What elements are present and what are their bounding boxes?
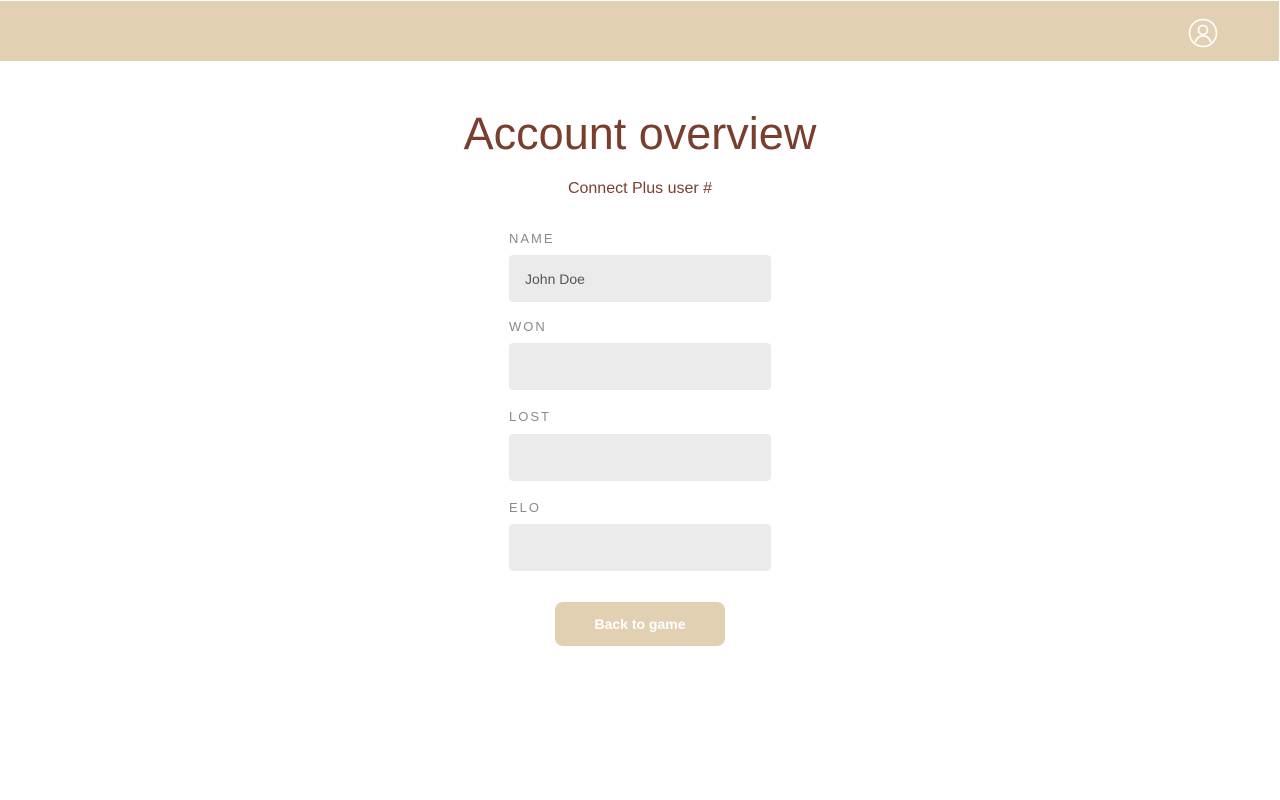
lost-field[interactable]: [509, 434, 771, 481]
user-circle-icon: [1188, 18, 1218, 48]
name-field[interactable]: [509, 255, 771, 302]
won-label: WON: [509, 319, 547, 334]
won-field[interactable]: [509, 343, 771, 390]
elo-field[interactable]: [509, 524, 771, 571]
page-title: Account overview: [463, 108, 817, 159]
name-label: NAME: [509, 231, 555, 246]
elo-label: ELO: [509, 500, 542, 515]
top-bar: [0, 1, 1279, 61]
back-to-game-button[interactable]: Back to game: [555, 602, 725, 646]
page-subtitle: Connect Plus user #: [567, 180, 713, 197]
lost-label: LOST: [509, 409, 551, 424]
profile-button[interactable]: [1188, 18, 1218, 48]
